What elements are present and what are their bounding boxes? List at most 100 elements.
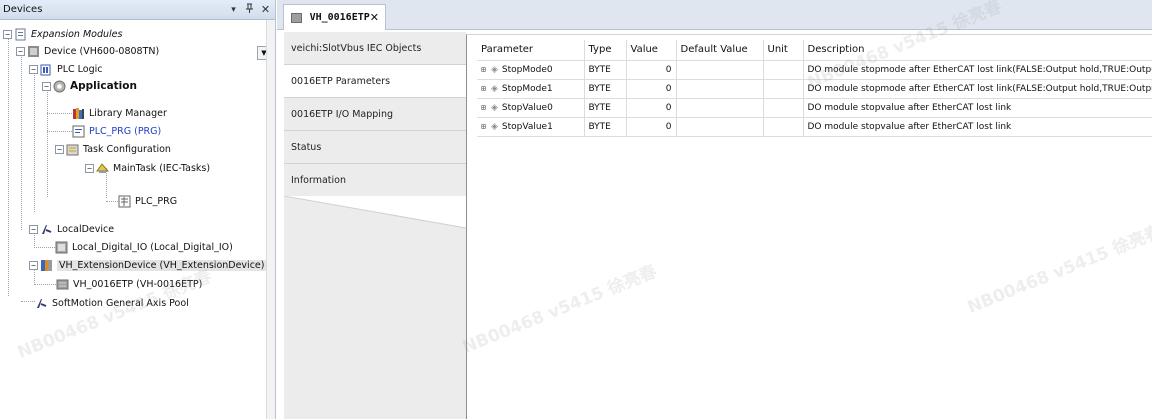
task-icon: [96, 162, 110, 175]
collapse-icon[interactable]: −: [85, 163, 94, 173]
value-cell[interactable]: 0: [626, 60, 677, 80]
parameters-table: Parameter Type Value Default Value Unit …: [477, 40, 1152, 137]
collapse-icon[interactable]: −: [29, 64, 38, 74]
tree-item-plc-logic[interactable]: − PLC Logic: [29, 61, 103, 77]
device-icon: [27, 45, 40, 58]
panel-menu-icon[interactable]: ▾: [227, 5, 240, 15]
task-configuration-icon: [66, 143, 79, 156]
tree-item-expansion-modules[interactable]: − Expansion Modules: [3, 26, 122, 42]
panel-close-icon[interactable]: ✕: [259, 3, 272, 16]
etp-module-icon: [291, 12, 302, 23]
description-cell: DO module stopmode after EtherCAT lost l…: [803, 79, 1152, 99]
tree-item-label: VH_ExtensionDevice (VH_ExtensionDevice): [57, 259, 267, 271]
tab-0016etp-parameters[interactable]: 0016ETP Parameters: [284, 65, 466, 98]
column-header-type[interactable]: Type: [584, 40, 627, 61]
program-call-icon: [118, 195, 131, 208]
devices-panel-title: Devices: [3, 4, 43, 15]
parameter-icon: ◈: [491, 102, 498, 113]
column-header-value[interactable]: Value: [626, 40, 677, 61]
tree-item-label: Device (VH600-0808TN): [44, 45, 160, 57]
tree-item-vh-0016etp[interactable]: VH_0016ETP (VH-0016ETP): [56, 276, 202, 292]
column-header-parameter[interactable]: Parameter: [477, 40, 585, 61]
parameter-icon: ◈: [491, 64, 498, 75]
local-device-icon: [40, 223, 53, 236]
document-tab-strip: VH_0016ETP ✕: [277, 0, 1152, 30]
collapse-icon[interactable]: −: [55, 144, 64, 154]
collapse-icon[interactable]: −: [29, 260, 38, 270]
value-cell[interactable]: 0: [626, 117, 677, 137]
close-icon[interactable]: ✕: [370, 11, 379, 24]
tree-item-plc-prg-call[interactable]: PLC_PRG: [118, 193, 177, 209]
description-cell: DO module stopvalue after EtherCAT lost …: [803, 117, 1152, 137]
library-manager-icon: [72, 107, 85, 120]
tree-item-label: LocalDevice: [57, 223, 115, 235]
tree-item-label: PLC Logic: [57, 63, 103, 75]
description-cell: DO module stopmode after EtherCAT lost l…: [803, 60, 1152, 80]
tab-label: Information: [291, 174, 346, 186]
tree-item-label: PLC_PRG: [135, 195, 178, 207]
tree-item-maintask[interactable]: − MainTask (IEC-Tasks): [85, 160, 210, 176]
parameter-name: StopValue1: [501, 121, 553, 132]
tree-item-localdevice[interactable]: − LocalDevice: [29, 221, 114, 237]
collapse-icon[interactable]: −: [16, 46, 25, 56]
panel-pin-icon[interactable]: [243, 3, 256, 16]
project-icon: [14, 28, 27, 41]
parameter-icon: ◈: [491, 83, 498, 94]
column-header-description[interactable]: Description: [803, 40, 1152, 61]
collapse-icon[interactable]: −: [29, 224, 38, 234]
document-tab-vh-0016etp[interactable]: VH_0016ETP ✕: [283, 4, 386, 30]
tree-item-label: Application: [70, 80, 137, 92]
tree-item-plc-prg[interactable]: PLC_PRG (PRG): [72, 123, 161, 139]
value-cell[interactable]: 0: [626, 79, 677, 99]
table-row[interactable]: ⊞ ◈ StopMode1 BYTE 0 DO module stopmode af…: [477, 79, 1152, 99]
unit-cell: [763, 60, 804, 80]
type-cell: BYTE: [584, 117, 627, 137]
tab-slotvbus-iec-objects[interactable]: veichi:SlotVbus IEC Objects: [284, 32, 466, 65]
collapse-icon[interactable]: −: [42, 81, 51, 91]
tree-item-application[interactable]: − Application: [42, 78, 137, 94]
devices-panel: Devices ▾ ✕ − Expansion Modules ▼ − Devi…: [0, 0, 276, 419]
column-header-unit[interactable]: Unit: [763, 40, 804, 61]
table-row[interactable]: ⊞ ◈ StopMode0 BYTE 0 DO module stopmode af…: [477, 60, 1152, 80]
column-header-default-value[interactable]: Default Value: [676, 40, 764, 61]
type-cell: BYTE: [584, 98, 627, 118]
tree-item-task-configuration[interactable]: − Task Configuration: [55, 141, 171, 157]
tab-label: Status: [291, 141, 322, 153]
tab-information[interactable]: Information: [284, 164, 466, 197]
parameter-name: StopValue0: [501, 102, 553, 113]
expand-icon[interactable]: ⊞: [481, 122, 491, 131]
tab-label: 0016ETP Parameters: [291, 75, 391, 87]
expand-icon[interactable]: ⊞: [481, 84, 491, 93]
tree-item-label: PLC_PRG (PRG): [89, 125, 162, 137]
application-icon: [53, 80, 66, 93]
table-row[interactable]: ⊞ ◈ StopValue1 BYTE 0 DO module stopvalue …: [477, 117, 1152, 137]
value-cell[interactable]: 0: [626, 98, 677, 118]
default-value-cell: [676, 98, 764, 118]
tree-item-softmotion-axis-pool[interactable]: SoftMotion General Axis Pool: [35, 295, 189, 311]
expand-icon[interactable]: ⊞: [481, 65, 491, 74]
devices-scrollbar[interactable]: [266, 20, 275, 419]
unit-cell: [763, 98, 804, 118]
tree-item-device[interactable]: − Device (VH600-0808TN): [16, 43, 159, 59]
collapse-icon[interactable]: −: [3, 29, 12, 39]
parameter-name: StopMode0: [501, 64, 553, 75]
document-tab-label: VH_0016ETP: [309, 12, 370, 23]
expand-icon[interactable]: ⊞: [481, 103, 491, 112]
unit-cell: [763, 79, 804, 99]
tree-item-label: SoftMotion General Axis Pool: [52, 297, 189, 309]
device-tree: − Expansion Modules ▼ − Device (VH600-08…: [0, 20, 275, 418]
type-cell: BYTE: [584, 60, 627, 80]
io-module-icon: [55, 241, 68, 254]
tree-item-vh-extensiondevice[interactable]: − VH_ExtensionDevice (VH_ExtensionDevice…: [29, 257, 267, 273]
tab-0016etp-io-mapping[interactable]: 0016ETP I/O Mapping: [284, 98, 466, 131]
table-row[interactable]: ⊞ ◈ StopValue0 BYTE 0 DO module stopvalue …: [477, 98, 1152, 118]
tab-label: 0016ETP I/O Mapping: [291, 108, 393, 120]
tree-item-label: VH_0016ETP (VH-0016ETP): [73, 278, 203, 290]
parameter-name: StopMode1: [501, 83, 553, 94]
tree-item-library-manager[interactable]: Library Manager: [72, 105, 167, 121]
default-value-cell: [676, 79, 764, 99]
tree-item-label: Local_Digital_IO (Local_Digital_IO): [72, 241, 233, 253]
tree-item-label: MainTask (IEC-Tasks): [113, 162, 211, 174]
tree-item-local-digital-io[interactable]: Local_Digital_IO (Local_Digital_IO): [55, 239, 233, 255]
tab-status[interactable]: Status: [284, 131, 466, 164]
